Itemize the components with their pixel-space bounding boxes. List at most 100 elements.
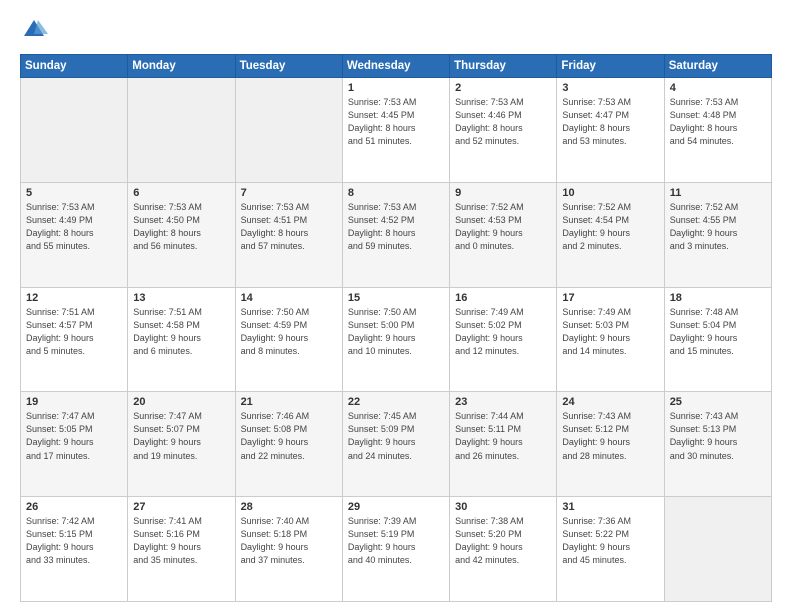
calendar-day-header: Saturday (664, 55, 771, 78)
day-number: 14 (241, 292, 337, 304)
day-number: 28 (241, 501, 337, 513)
calendar-cell: 11Sunrise: 7:52 AM Sunset: 4:55 PM Dayli… (664, 182, 771, 287)
calendar-cell: 7Sunrise: 7:53 AM Sunset: 4:51 PM Daylig… (235, 182, 342, 287)
calendar-cell: 6Sunrise: 7:53 AM Sunset: 4:50 PM Daylig… (128, 182, 235, 287)
day-info: Sunrise: 7:47 AM Sunset: 5:05 PM Dayligh… (26, 410, 122, 462)
day-info: Sunrise: 7:51 AM Sunset: 4:57 PM Dayligh… (26, 306, 122, 358)
calendar-cell: 27 Sunrise: 7:41 AM Sunset: 5:16 PM Dayli… (128, 497, 235, 602)
day-number: 9 (455, 187, 551, 199)
calendar-cell: 24 Sunrise: 7:43 AM Sunset: 5:12 PM Dayli… (557, 392, 664, 497)
calendar-cell: 31 Sunrise: 7:36 AM Sunset: 5:22 PM Dayli… (557, 497, 664, 602)
calendar-cell: 22 Sunrise: 7:45 AM Sunset: 5:09 PM Dayli… (342, 392, 449, 497)
calendar-cell: 4 Sunrise: 7:53 AM Sunset: 4:48 PM Daylig… (664, 78, 771, 183)
page: SundayMondayTuesdayWednesdayThursdayFrid… (0, 0, 792, 612)
day-number: 1 (348, 82, 444, 94)
calendar-cell: 2Sunrise: 7:53 AM Sunset: 4:46 PM Daylig… (450, 78, 557, 183)
day-number: 17 (562, 292, 658, 304)
day-number: 24 (562, 396, 658, 408)
day-number: 21 (241, 396, 337, 408)
calendar-cell: 28 Sunrise: 7:40 AM Sunset: 5:18 PM Dayli… (235, 497, 342, 602)
calendar-cell: 19 Sunrise: 7:47 AM Sunset: 5:05 PM Dayli… (21, 392, 128, 497)
calendar-cell: 1 Sunrise: 7:53 AM Sunset: 4:45 PM Daylig… (342, 78, 449, 183)
calendar-cell: 17 Sunrise: 7:49 AM Sunset: 5:03 PM Dayli… (557, 287, 664, 392)
calendar-cell: 16Sunrise: 7:49 AM Sunset: 5:02 PM Dayli… (450, 287, 557, 392)
calendar-cell: 15 Sunrise: 7:50 AM Sunset: 5:00 PM Dayli… (342, 287, 449, 392)
day-number: 23 (455, 396, 551, 408)
calendar-cell: 18 Sunrise: 7:48 AM Sunset: 5:04 PM Dayli… (664, 287, 771, 392)
day-number: 11 (670, 187, 766, 199)
calendar-cell (21, 78, 128, 183)
calendar-header-row: SundayMondayTuesdayWednesdayThursdayFrid… (21, 55, 772, 78)
calendar-cell: 30 Sunrise: 7:38 AM Sunset: 5:20 PM Dayli… (450, 497, 557, 602)
logo-icon (20, 16, 48, 44)
calendar-week-row: 1 Sunrise: 7:53 AM Sunset: 4:45 PM Daylig… (21, 78, 772, 183)
day-info: Sunrise: 7:38 AM Sunset: 5:20 PM Dayligh… (455, 515, 551, 567)
calendar-day-header: Monday (128, 55, 235, 78)
calendar-cell: 29 Sunrise: 7:39 AM Sunset: 5:19 PM Dayli… (342, 497, 449, 602)
day-number: 4 (670, 82, 766, 94)
day-info: Sunrise: 7:43 AM Sunset: 5:12 PM Dayligh… (562, 410, 658, 462)
day-number: 3 (562, 82, 658, 94)
calendar-day-header: Sunday (21, 55, 128, 78)
calendar-day-header: Wednesday (342, 55, 449, 78)
calendar-cell (664, 497, 771, 602)
day-info: Sunrise: 7:53 AM Sunset: 4:50 PM Dayligh… (133, 201, 229, 253)
day-info: Sunrise: 7:42 AM Sunset: 5:15 PM Dayligh… (26, 515, 122, 567)
logo (20, 16, 52, 44)
day-info: Sunrise: 7:53 AM Sunset: 4:52 PM Dayligh… (348, 201, 444, 253)
calendar-cell: 26 Sunrise: 7:42 AM Sunset: 5:15 PM Dayli… (21, 497, 128, 602)
calendar-cell: 9 Sunrise: 7:52 AM Sunset: 4:53 PM Daylig… (450, 182, 557, 287)
day-number: 20 (133, 396, 229, 408)
day-number: 13 (133, 292, 229, 304)
day-number: 25 (670, 396, 766, 408)
day-number: 22 (348, 396, 444, 408)
calendar-week-row: 12Sunrise: 7:51 AM Sunset: 4:57 PM Dayli… (21, 287, 772, 392)
calendar-cell: 5 Sunrise: 7:53 AM Sunset: 4:49 PM Daylig… (21, 182, 128, 287)
day-number: 31 (562, 501, 658, 513)
day-info: Sunrise: 7:51 AM Sunset: 4:58 PM Dayligh… (133, 306, 229, 358)
day-info: Sunrise: 7:46 AM Sunset: 5:08 PM Dayligh… (241, 410, 337, 462)
day-info: Sunrise: 7:45 AM Sunset: 5:09 PM Dayligh… (348, 410, 444, 462)
calendar-cell: 13 Sunrise: 7:51 AM Sunset: 4:58 PM Dayli… (128, 287, 235, 392)
day-info: Sunrise: 7:50 AM Sunset: 5:00 PM Dayligh… (348, 306, 444, 358)
day-number: 7 (241, 187, 337, 199)
day-number: 27 (133, 501, 229, 513)
day-info: Sunrise: 7:49 AM Sunset: 5:03 PM Dayligh… (562, 306, 658, 358)
calendar-week-row: 19 Sunrise: 7:47 AM Sunset: 5:05 PM Dayli… (21, 392, 772, 497)
day-number: 29 (348, 501, 444, 513)
day-info: Sunrise: 7:41 AM Sunset: 5:16 PM Dayligh… (133, 515, 229, 567)
calendar-cell: 3 Sunrise: 7:53 AM Sunset: 4:47 PM Daylig… (557, 78, 664, 183)
day-number: 30 (455, 501, 551, 513)
calendar-cell: 10Sunrise: 7:52 AM Sunset: 4:54 PM Dayli… (557, 182, 664, 287)
day-info: Sunrise: 7:53 AM Sunset: 4:48 PM Dayligh… (670, 96, 766, 148)
calendar-day-header: Friday (557, 55, 664, 78)
day-number: 5 (26, 187, 122, 199)
calendar-cell: 25 Sunrise: 7:43 AM Sunset: 5:13 PM Dayli… (664, 392, 771, 497)
day-info: Sunrise: 7:43 AM Sunset: 5:13 PM Dayligh… (670, 410, 766, 462)
calendar-cell: 8 Sunrise: 7:53 AM Sunset: 4:52 PM Daylig… (342, 182, 449, 287)
day-info: Sunrise: 7:48 AM Sunset: 5:04 PM Dayligh… (670, 306, 766, 358)
day-info: Sunrise: 7:53 AM Sunset: 4:45 PM Dayligh… (348, 96, 444, 148)
calendar-week-row: 26 Sunrise: 7:42 AM Sunset: 5:15 PM Dayli… (21, 497, 772, 602)
calendar-day-header: Tuesday (235, 55, 342, 78)
day-info: Sunrise: 7:49 AM Sunset: 5:02 PM Dayligh… (455, 306, 551, 358)
calendar-day-header: Thursday (450, 55, 557, 78)
day-number: 26 (26, 501, 122, 513)
day-info: Sunrise: 7:39 AM Sunset: 5:19 PM Dayligh… (348, 515, 444, 567)
day-info: Sunrise: 7:50 AM Sunset: 4:59 PM Dayligh… (241, 306, 337, 358)
day-info: Sunrise: 7:40 AM Sunset: 5:18 PM Dayligh… (241, 515, 337, 567)
day-number: 15 (348, 292, 444, 304)
day-info: Sunrise: 7:36 AM Sunset: 5:22 PM Dayligh… (562, 515, 658, 567)
day-info: Sunrise: 7:53 AM Sunset: 4:47 PM Dayligh… (562, 96, 658, 148)
calendar-cell (235, 78, 342, 183)
day-number: 2 (455, 82, 551, 94)
day-number: 8 (348, 187, 444, 199)
day-number: 10 (562, 187, 658, 199)
calendar-cell: 21 Sunrise: 7:46 AM Sunset: 5:08 PM Dayli… (235, 392, 342, 497)
day-number: 18 (670, 292, 766, 304)
calendar-cell: 20Sunrise: 7:47 AM Sunset: 5:07 PM Dayli… (128, 392, 235, 497)
day-info: Sunrise: 7:52 AM Sunset: 4:53 PM Dayligh… (455, 201, 551, 253)
day-info: Sunrise: 7:44 AM Sunset: 5:11 PM Dayligh… (455, 410, 551, 462)
day-info: Sunrise: 7:53 AM Sunset: 4:49 PM Dayligh… (26, 201, 122, 253)
day-number: 19 (26, 396, 122, 408)
